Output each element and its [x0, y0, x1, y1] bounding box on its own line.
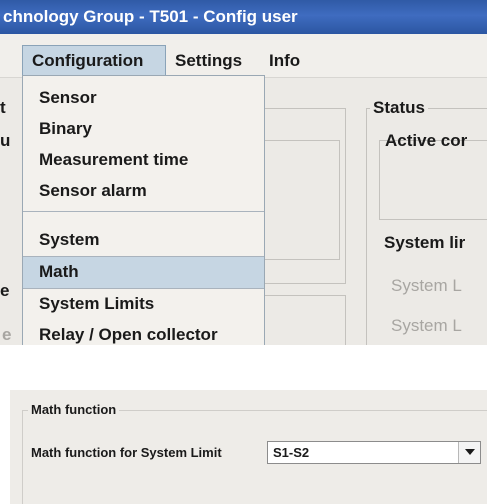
config-window: chnology Group - T501 - Config user Conf…	[0, 0, 487, 345]
system-limit-row: System L	[391, 316, 462, 335]
menu-item-system[interactable]: System	[23, 225, 264, 255]
math-function-label: Math function for System Limit	[31, 445, 222, 460]
menu-separator	[23, 211, 264, 212]
menu-item-relay-open-collector[interactable]: Relay / Open collector	[23, 320, 264, 345]
menu-item-math[interactable]: Math	[23, 257, 264, 288]
menu-item-measurement-time[interactable]: Measurement time	[23, 145, 264, 175]
window-title: chnology Group - T501 - Config user	[0, 0, 487, 34]
triangle-down-icon	[465, 449, 475, 455]
menu-item-binary[interactable]: Binary	[23, 114, 264, 144]
background-fragment: u	[0, 131, 11, 150]
background-panel	[264, 295, 346, 345]
background-fragment: e	[2, 325, 12, 344]
menu-info[interactable]: Info	[269, 47, 300, 75]
system-limits-label: System lir	[384, 233, 466, 253]
menu-item-system-limits[interactable]: System Limits	[23, 289, 264, 319]
menu-settings[interactable]: Settings	[175, 47, 242, 75]
background-fragment: t	[0, 98, 6, 117]
menu-item-sensor[interactable]: Sensor	[23, 83, 264, 113]
active-label: Active cor	[385, 131, 468, 150]
menu-bar: Configuration Settings Info	[0, 34, 487, 78]
menu-item-sensor-alarm[interactable]: Sensor alarm	[23, 176, 264, 206]
dropdown-arrow-button[interactable]	[458, 442, 480, 463]
math-function-title: Math function	[28, 402, 120, 417]
background-panel	[264, 140, 340, 260]
system-limit-row: System L	[391, 276, 462, 295]
background-fragment: e	[0, 281, 10, 300]
active-panel	[379, 140, 487, 220]
menu-configuration[interactable]: Configuration	[22, 45, 166, 77]
math-function-panel: Math function Math function for System L…	[10, 390, 487, 504]
math-function-value: S1-S2	[273, 445, 310, 460]
status-label: Status	[370, 98, 428, 118]
math-function-select[interactable]: S1-S2	[267, 441, 481, 464]
configuration-dropdown: Sensor Binary Measurement time Sensor al…	[22, 75, 265, 345]
